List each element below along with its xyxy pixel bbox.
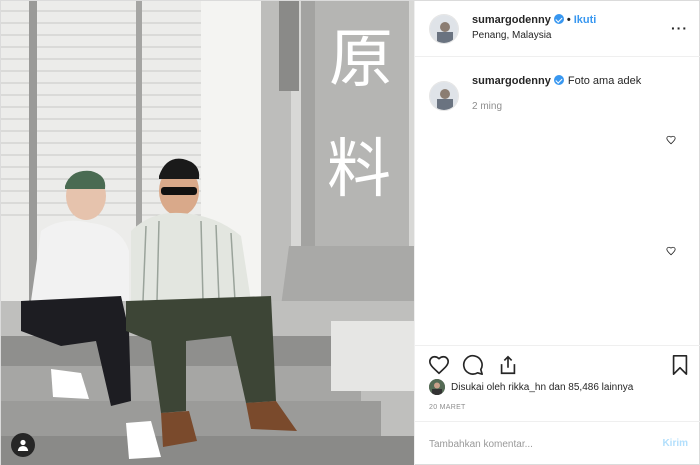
avatar[interactable]	[429, 379, 445, 395]
post-photo[interactable]: 原 料	[1, 1, 414, 465]
post-side-panel: sumargodenny • Ikuti Penang, Malaysia ··· …	[414, 1, 700, 465]
person-tag-icon[interactable]	[11, 433, 35, 457]
caption-timestamp[interactable]: 2 ming	[472, 101, 502, 112]
avatar[interactable]	[429, 81, 459, 111]
username-link[interactable]: sumargodenny	[472, 75, 551, 87]
bookmark-icon[interactable]	[669, 354, 691, 376]
pillar-character: 料	[327, 133, 391, 207]
caption-row: sumargodenny Foto ama adek	[472, 75, 641, 87]
comment-box: Kirim	[415, 421, 700, 465]
comments-area: sumargodenny Foto ama adek 2 ming	[415, 57, 700, 345]
username-link[interactable]: sumargodenny	[472, 14, 551, 26]
share-icon[interactable]	[497, 354, 519, 376]
comment-input[interactable]	[429, 435, 629, 453]
likes-summary[interactable]: Disukai oleh rikka_hn dan 85,486 lainnya	[429, 379, 633, 395]
verified-icon	[553, 75, 564, 85]
post-comment-button[interactable]: Kirim	[662, 438, 688, 449]
avatar[interactable]	[429, 14, 459, 44]
pillar-character: 原	[329, 23, 393, 97]
more-options-button[interactable]: ···	[671, 20, 688, 36]
separator-dot: •	[566, 14, 571, 26]
heart-icon[interactable]	[428, 354, 450, 376]
heart-icon[interactable]	[666, 246, 676, 256]
likes-text: Disukai oleh rikka_hn dan 85,486 lainnya	[451, 381, 634, 393]
photo-illustration: 原 料	[1, 1, 414, 465]
heart-icon[interactable]	[666, 135, 676, 145]
follow-button[interactable]: Ikuti	[574, 14, 597, 26]
instagram-post-view: 原 料 sumargodenny•Ikuti Penang, Malaysi	[0, 0, 700, 465]
caption-text: Foto ama adek	[567, 75, 642, 87]
post-header: sumargodenny • Ikuti Penang, Malaysia ···	[415, 1, 700, 57]
header-username-row: sumargodenny • Ikuti	[472, 14, 596, 26]
post-date[interactable]: 20 MARET	[429, 404, 466, 411]
location-link[interactable]: Penang, Malaysia	[472, 30, 552, 41]
comment-icon[interactable]	[462, 354, 484, 376]
verified-icon	[553, 14, 564, 24]
